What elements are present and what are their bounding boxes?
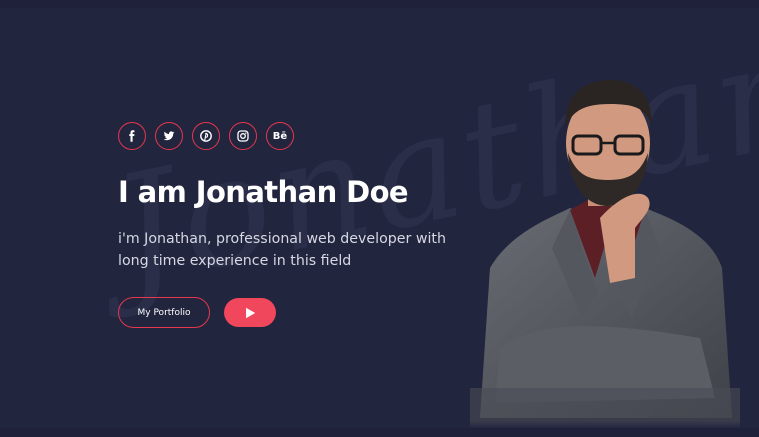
top-bar <box>0 0 759 8</box>
portfolio-button[interactable]: My Portfolio <box>118 297 210 328</box>
facebook-icon <box>126 130 138 142</box>
hero-title: I am Jonathan Doe <box>118 175 409 209</box>
pinterest-icon <box>200 130 212 142</box>
hero-subtitle: i'm Jonathan, professional web developer… <box>118 231 446 269</box>
social-links: Bē <box>118 122 294 150</box>
instagram-link[interactable] <box>229 122 257 150</box>
twitter-link[interactable] <box>155 122 183 150</box>
twitter-icon <box>163 130 175 142</box>
instagram-icon <box>237 130 249 142</box>
bottom-bar <box>0 428 759 437</box>
portrait-image <box>470 68 740 428</box>
behance-link[interactable]: Bē <box>266 122 294 150</box>
pinterest-link[interactable] <box>192 122 220 150</box>
play-video-button[interactable] <box>224 298 276 327</box>
hero-section: Jonathan D Bē I am Jonathan Doe i'm Jona <box>0 0 759 437</box>
behance-icon: Bē <box>272 130 288 142</box>
play-icon <box>245 307 256 319</box>
facebook-link[interactable] <box>118 122 146 150</box>
